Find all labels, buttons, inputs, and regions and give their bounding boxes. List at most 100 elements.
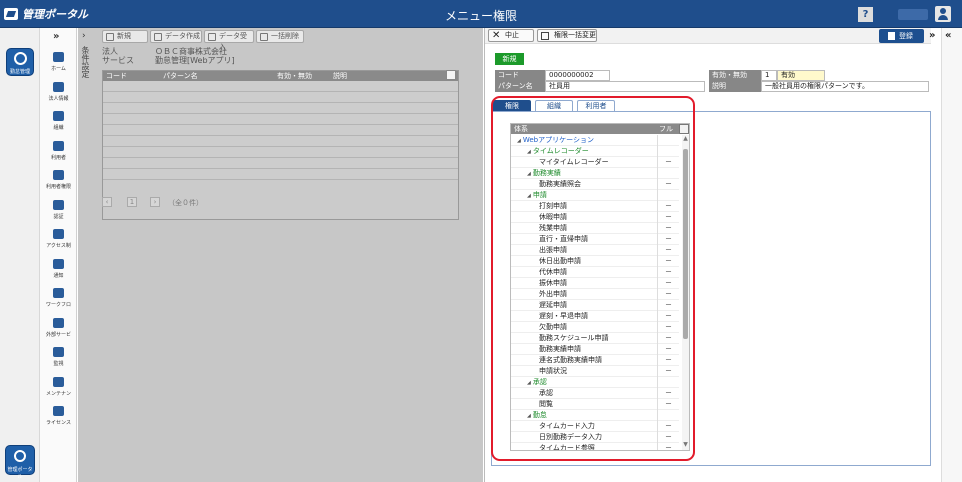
valid-text: 有効 [777,70,825,81]
prev-page-button[interactable]: ‹ [102,197,112,207]
app-management-portal[interactable]: 管理ポータル [5,445,35,480]
external-service-icon [53,318,64,328]
license-icon [53,406,64,416]
clock-icon [14,52,27,65]
description-field[interactable]: 一般社員用の権限パターンです。 [761,81,929,92]
nav-label: ライセンス [46,420,71,426]
col-valid[interactable]: 有効・無効 [277,71,312,81]
bulk-change-button[interactable]: 権限一括変更 [537,29,597,42]
nav-label: 組織 [53,125,64,131]
status-badge: 新規 [495,53,524,65]
id-card-icon [53,200,64,210]
expand-nav-icon[interactable]: » [53,31,59,42]
collapse-right-icon[interactable]: « [945,30,951,41]
nav-item-maintenance[interactable]: メンテナン [40,375,77,403]
col-description[interactable]: 説明 [333,71,347,81]
hammer-icon [53,377,64,387]
next-page-button[interactable]: › [150,197,160,207]
table-row[interactable] [103,81,458,92]
nav-item-license[interactable]: ライセンス [40,404,77,432]
data-create-label: データ作成 [165,32,200,40]
table-row[interactable] [103,136,458,147]
table-row[interactable] [103,114,458,125]
building-icon [53,82,64,92]
app-switcher: 勤怠管理 [0,28,40,482]
user-icon[interactable] [935,6,951,22]
list-toolbar: 新規 データ作成 データ受入 一括削除 [102,30,482,51]
nav-label: ホーム [51,66,66,72]
col-code[interactable]: コード [106,71,127,81]
valid-number-field[interactable]: 1 [761,70,777,81]
table-row[interactable] [103,92,458,103]
bulk-change-label: 権限一括変更 [554,31,596,39]
grid-header: コード パターン名 有効・無効 説明 [103,71,458,81]
record-count: （全０件） [168,199,203,207]
highlight-frame [491,96,695,461]
help-icon[interactable]: ? [858,7,873,22]
desc-label: 説明 [709,81,761,92]
table-row[interactable] [103,158,458,169]
nav-label: 法人情報 [48,96,69,102]
nav-label: 監視 [53,361,64,367]
corp-label: 法人 [102,47,118,56]
nav-item-monitor[interactable]: 監視 [40,345,77,373]
nav-item-users[interactable]: 利用者 [40,139,77,167]
data-import-button[interactable]: データ受入 [204,30,254,51]
expand-right-icon[interactable]: » [929,30,935,41]
code-field[interactable]: 0000000002 [545,70,610,81]
bulk-delete-label: 一括削除 [271,32,299,40]
import-icon [208,33,216,41]
nav-label: メンテナン [45,391,71,397]
code-label: コード [495,70,545,81]
nav-label: ワークフロ [45,302,71,308]
user-name-redacted[interactable] [898,9,928,20]
nav-item-organization[interactable]: 組織 [40,109,77,137]
app-attendance[interactable]: 勤怠管理 [6,48,34,76]
nav-sidebar: » ホーム 法人情報 組織 利用者 利用者権限 認証 アクセス制 通知 ワークフ… [40,28,77,482]
nav-item-user-permissions[interactable]: 利用者権限 [40,168,77,196]
pattern-name-field[interactable]: 社員用 [545,81,705,92]
undo-icon [260,33,268,41]
page-number[interactable]: 1 [127,197,137,207]
nav-label: 利用者 [50,155,66,161]
save-button[interactable]: 登録 [879,29,924,43]
cancel-button[interactable]: ✕ 中止 [488,29,534,42]
paper-plane-icon [53,259,64,269]
table-row[interactable] [103,103,458,114]
grid-search-icon[interactable] [446,70,456,80]
list-icon [541,32,549,40]
export-icon [154,33,162,41]
new-button[interactable]: 新規 [102,30,148,43]
corp-value: ＯＢＣ商事株式会社 [155,47,227,56]
nav-item-corporation[interactable]: 法人情報 [40,80,77,108]
nav-item-workflow[interactable]: ワークフロ [40,286,77,314]
valid-label: 有効・無効 [709,70,761,81]
right-collapse-bar [941,28,962,482]
table-row[interactable] [103,169,458,180]
condition-setting-label[interactable]: 条件設定 [81,46,91,78]
nav-item-external[interactable]: 外部サービ [40,316,77,344]
nav-label: 外部サービ [45,332,71,338]
table-row[interactable] [103,147,458,158]
nav-item-notify[interactable]: 通知 [40,257,77,285]
gear-icon [14,450,26,462]
nav-item-home[interactable]: ホーム [40,50,77,78]
service-label: サービス [102,56,134,65]
nav-label: 通知 [53,273,64,279]
nav-item-auth[interactable]: 認証 [40,198,77,226]
app-label: 勤怠管理 [9,69,30,75]
app-label: 管理ポータル [7,467,33,480]
expand-condition-icon[interactable]: › [82,31,86,41]
close-icon: ✕ [492,30,501,41]
users-icon [53,141,64,151]
nav-label: アクセス制 [46,243,71,249]
bulk-delete-button[interactable]: 一括削除 [256,30,304,43]
nav-item-access[interactable]: アクセス制 [40,227,77,255]
pattern-label: パターン名 [495,81,545,92]
save-label: 登録 [899,32,913,40]
table-row[interactable] [103,125,458,136]
data-create-button[interactable]: データ作成 [150,30,202,43]
col-pattern-name[interactable]: パターン名 [163,71,198,81]
service-value: 勤怠管理[Webアプリ] [155,56,235,65]
list-panel: › 条件設定 新規 データ作成 データ受入 一括削除 法人 ＯＢＣ商事株式会社 サ… [78,28,483,482]
